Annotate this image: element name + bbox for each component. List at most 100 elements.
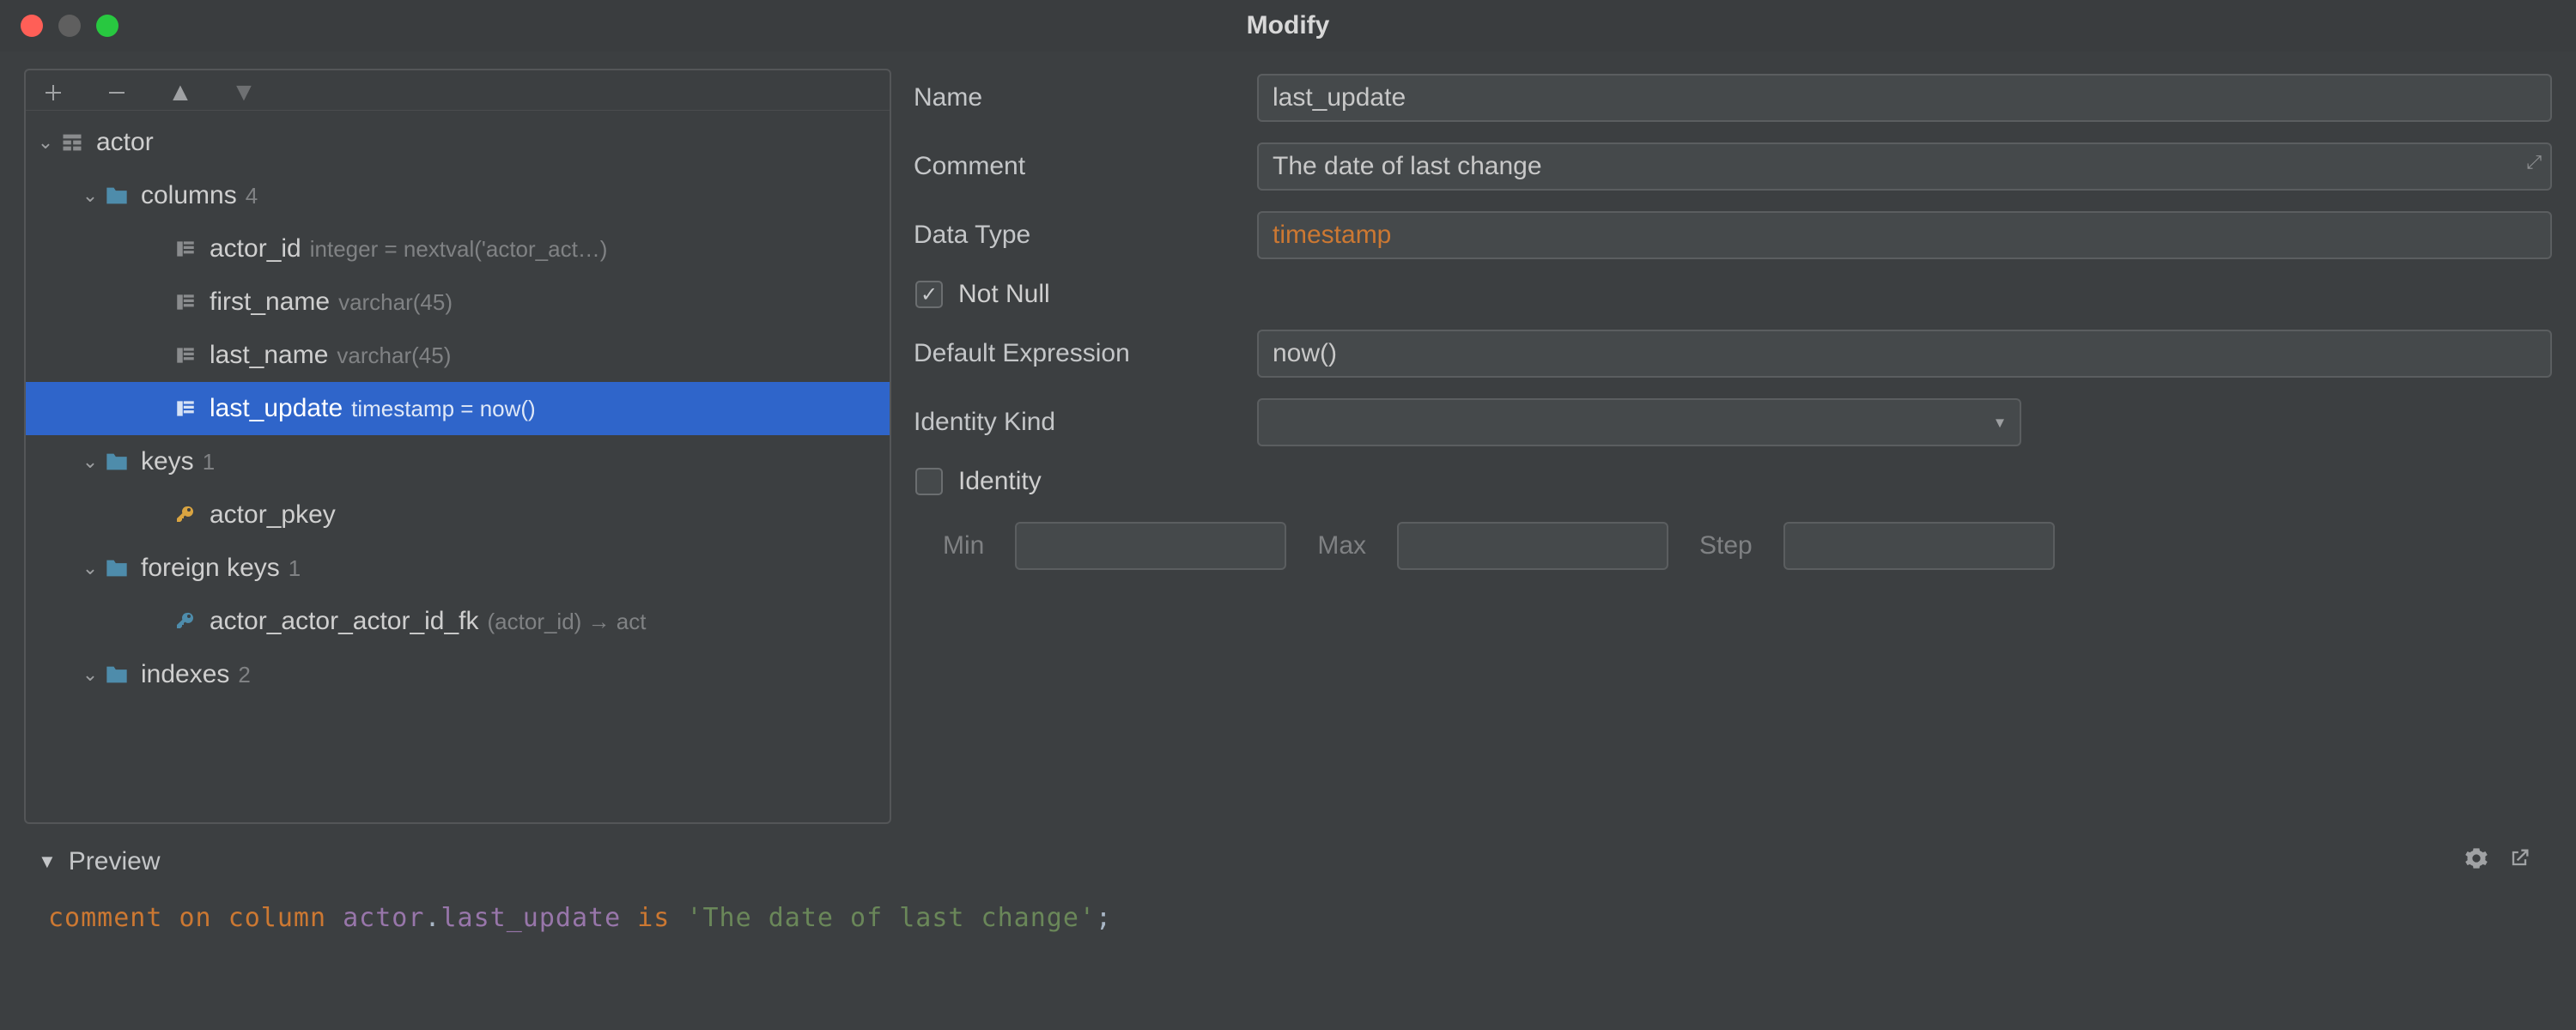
tree-node-label: first_name <box>210 288 330 317</box>
open-external-icon[interactable] <box>2507 846 2531 877</box>
foreign-key-icon <box>172 608 199 635</box>
min-label: Min <box>943 531 984 560</box>
tree-node-detail: (actor_id) → act <box>488 609 647 635</box>
sql-kw-is: is <box>637 903 670 933</box>
tree-node-label: last_update <box>210 394 343 423</box>
sql-table: actor <box>343 903 424 933</box>
gear-icon[interactable] <box>2464 846 2488 877</box>
identity-range-row: Min Max Step <box>914 522 2552 570</box>
tree-node-foreign-key-actor-actor-id-fk[interactable]: actor_actor_actor_id_fk (actor_id) → act <box>26 595 890 648</box>
tree-body: ⌄ actor ⌄ columns 4 actor_id <box>26 111 890 822</box>
identity-checkbox[interactable] <box>915 468 943 495</box>
tree-node-column-actor-id[interactable]: actor_id integer = nextval('actor_act…) <box>26 222 890 276</box>
column-icon <box>172 342 199 369</box>
tree-node-count: 4 <box>246 183 258 209</box>
tree-node-detail: integer = nextval('actor_act…) <box>310 236 608 263</box>
chevron-down-icon: ⌄ <box>77 185 103 207</box>
window-controls <box>21 15 118 37</box>
tree-node-count: 2 <box>238 662 250 688</box>
column-icon <box>172 288 199 316</box>
expand-icon[interactable]: ⤢ <box>2526 151 2542 173</box>
not-null-label: Not Null <box>958 280 1050 309</box>
tree-toolbar: ▲ ▼ <box>26 70 890 111</box>
primary-key-icon <box>172 501 199 529</box>
column-icon <box>172 395 199 422</box>
identity-kind-select[interactable]: ▾ <box>1257 398 2021 446</box>
chevron-down-icon: ⌄ <box>77 557 103 579</box>
name-input[interactable]: last_update <box>1257 74 2552 122</box>
comment-input[interactable]: The date of last change ⤢ <box>1257 142 2552 191</box>
max-input[interactable] <box>1397 522 1668 570</box>
table-icon <box>58 129 86 156</box>
data-type-input[interactable]: timestamp <box>1257 211 2552 259</box>
folder-icon <box>103 448 131 476</box>
folder-icon <box>103 182 131 209</box>
tree-node-indexes-folder[interactable]: ⌄ indexes 2 <box>26 648 890 701</box>
chevron-down-icon: ⌄ <box>77 451 103 473</box>
column-icon <box>172 235 199 263</box>
tree-node-label: foreign keys <box>141 554 280 583</box>
tree-node-column-last-update[interactable]: last_update timestamp = now() <box>26 382 890 435</box>
default-expression-label: Default Expression <box>914 339 1240 368</box>
preview-section: ▼ Preview comment on column actor.last_u… <box>0 824 2576 945</box>
column-properties-form: Name last_update Comment The date of las… <box>914 69 2552 824</box>
tree-node-foreign-keys-folder[interactable]: ⌄ foreign keys 1 <box>26 542 890 595</box>
expand-down-button[interactable]: ▼ <box>230 79 258 106</box>
chevron-down-icon: ▾ <box>1996 412 2004 433</box>
default-expression-value: now() <box>1273 339 1337 368</box>
tree-node-key-actor-pkey[interactable]: actor_pkey <box>26 488 890 542</box>
tree-node-label: columns <box>141 181 237 210</box>
default-expression-input[interactable]: now() <box>1257 330 2552 378</box>
not-null-checkbox[interactable] <box>915 281 943 308</box>
sql-column: last_update <box>441 903 622 933</box>
preview-label: Preview <box>69 847 161 876</box>
tree-node-label: actor_actor_actor_id_fk <box>210 607 479 636</box>
tree-node-column-first-name[interactable]: first_name varchar(45) <box>26 276 890 329</box>
identity-kind-label: Identity Kind <box>914 408 1240 437</box>
not-null-row: Not Null <box>915 280 2552 309</box>
tree-node-label: indexes <box>141 660 229 689</box>
sql-string: 'The date of last change' <box>686 903 1096 933</box>
zoom-window-button[interactable] <box>96 15 118 37</box>
chevron-down-icon: ⌄ <box>33 131 58 154</box>
sql-dot: . <box>424 903 440 933</box>
tree-node-column-last-name[interactable]: last_name varchar(45) <box>26 329 890 382</box>
add-button[interactable] <box>39 79 67 106</box>
min-input[interactable] <box>1015 522 1286 570</box>
folder-icon <box>103 661 131 688</box>
tree-node-columns-folder[interactable]: ⌄ columns 4 <box>26 169 890 222</box>
max-label: Max <box>1317 531 1366 560</box>
close-window-button[interactable] <box>21 15 43 37</box>
sql-preview: comment on column actor.last_update is '… <box>38 891 2552 945</box>
data-type-label: Data Type <box>914 221 1240 250</box>
tree-node-keys-folder[interactable]: ⌄ keys 1 <box>26 435 890 488</box>
minimize-window-button[interactable] <box>58 15 81 37</box>
identity-row: Identity <box>915 467 2552 496</box>
data-type-input-value: timestamp <box>1273 221 1391 250</box>
comment-input-value: The date of last change <box>1273 152 1542 181</box>
folder-icon <box>103 554 131 582</box>
comment-label: Comment <box>914 152 1240 181</box>
sql-semicolon: ; <box>1096 903 1112 933</box>
step-label: Step <box>1699 531 1753 560</box>
identity-label: Identity <box>958 467 1042 496</box>
sql-kw-column: column <box>228 903 326 933</box>
structure-tree-panel: ▲ ▼ ⌄ actor ⌄ columns 4 <box>24 69 891 824</box>
chevron-down-icon: ⌄ <box>77 663 103 686</box>
remove-button[interactable] <box>103 79 131 106</box>
tree-node-table-actor[interactable]: ⌄ actor <box>26 116 890 169</box>
name-input-value: last_update <box>1273 83 1406 112</box>
tree-node-detail: varchar(45) <box>337 342 451 369</box>
tree-node-detail: timestamp = now() <box>351 396 536 422</box>
step-input[interactable] <box>1783 522 2055 570</box>
tree-node-label: actor <box>96 128 154 157</box>
chevron-down-icon: ▼ <box>38 851 57 873</box>
collapse-up-button[interactable]: ▲ <box>167 79 194 106</box>
sql-kw-on: on <box>179 903 212 933</box>
window-title: Modify <box>1247 11 1330 40</box>
tree-node-label: actor_pkey <box>210 500 336 530</box>
tree-node-label: last_name <box>210 341 328 370</box>
window-titlebar: Modify <box>0 0 2576 52</box>
tree-node-label: actor_id <box>210 234 301 264</box>
preview-header[interactable]: ▼ Preview <box>38 827 2552 891</box>
